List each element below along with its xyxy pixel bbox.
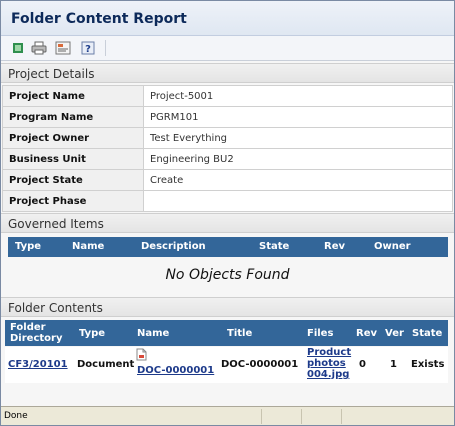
- project-details-table: Project Name Project-5001 Program Name P…: [2, 85, 453, 212]
- column-header-type[interactable]: Type: [79, 328, 105, 339]
- status-bar: Done: [1, 406, 454, 425]
- document-file-icon: [136, 348, 147, 364]
- file-link-line3: 004.jpg: [307, 369, 350, 380]
- help-icon[interactable]: ?: [80, 40, 96, 56]
- detail-row: Business Unit Engineering BU2: [2, 148, 453, 170]
- status-text: Done: [4, 411, 28, 421]
- column-header-state[interactable]: State: [412, 328, 442, 339]
- row-ver: 1: [390, 359, 397, 370]
- file-link-line1: Product: [307, 347, 352, 358]
- column-header-files[interactable]: Files: [307, 328, 333, 339]
- detail-value: PGRM101: [143, 106, 453, 128]
- detail-row: Program Name PGRM101: [2, 106, 453, 128]
- folder-contents-heading: Folder Contents: [1, 297, 454, 317]
- print-icon[interactable]: [31, 40, 47, 56]
- detail-value: Test Everything: [143, 127, 453, 149]
- toolbar-separator: [105, 40, 106, 56]
- status-cell: [301, 409, 342, 424]
- detail-row: Project Owner Test Everything: [2, 127, 453, 149]
- detail-row: Project State Create: [2, 169, 453, 191]
- column-header-owner[interactable]: Owner: [374, 241, 411, 252]
- column-header-rev[interactable]: Rev: [356, 328, 377, 339]
- folder-contents-header-row: Folder Directory Type Name Title Files R…: [5, 320, 448, 346]
- export-icon[interactable]: [10, 40, 26, 56]
- status-cell: [341, 409, 454, 424]
- column-header-name[interactable]: Name: [137, 328, 169, 339]
- column-header-title[interactable]: Title: [227, 328, 252, 339]
- toolbar: ?: [1, 36, 454, 61]
- detail-row: Project Name Project-5001: [2, 85, 453, 107]
- detail-label: Project Owner: [2, 127, 144, 149]
- detail-label: Project Phase: [2, 190, 144, 212]
- file-link[interactable]: Product photos 004.jpg: [307, 347, 351, 380]
- column-header-folder-line2[interactable]: Directory: [10, 333, 62, 344]
- detail-value: [143, 190, 453, 212]
- governed-items-heading: Governed Items: [1, 213, 454, 233]
- project-details-heading: Project Details: [1, 63, 454, 83]
- detail-label: Project Name: [2, 85, 144, 107]
- column-header-type[interactable]: Type: [15, 241, 41, 252]
- row-title: DOC-0000001: [221, 359, 299, 370]
- governed-items-header-row: Type Name Description State Rev Owner: [8, 237, 448, 257]
- folder-directory-link[interactable]: CF3/20101: [8, 359, 68, 370]
- column-header-name[interactable]: Name: [72, 241, 104, 252]
- report-icon[interactable]: [55, 40, 71, 56]
- detail-label: Project State: [2, 169, 144, 191]
- report-window: Folder Content Report ? Project Details …: [0, 0, 455, 426]
- row-state: Exists: [411, 359, 445, 370]
- svg-text:?: ?: [85, 44, 91, 55]
- detail-value: Create: [143, 169, 453, 191]
- row-type: Document: [77, 359, 135, 370]
- detail-label: Program Name: [2, 106, 144, 128]
- row-rev: 0: [359, 359, 366, 370]
- detail-label: Business Unit: [2, 148, 144, 170]
- status-cell: [261, 409, 302, 424]
- column-header-folder-line1[interactable]: Folder: [10, 322, 46, 333]
- column-header-description[interactable]: Description: [141, 241, 206, 252]
- page-title: Folder Content Report: [11, 11, 187, 27]
- table-row: CF3/20101 Document DOC-0000001 DOC-00000…: [5, 347, 448, 383]
- detail-value: Engineering BU2: [143, 148, 453, 170]
- file-link-line2: photos: [307, 358, 346, 369]
- detail-value: Project-5001: [143, 85, 453, 107]
- column-header-state[interactable]: State: [259, 241, 289, 252]
- no-objects-message: No Objects Found: [165, 267, 290, 283]
- title-bar: Folder Content Report: [1, 1, 454, 36]
- report-content: Project Details Project Name Project-500…: [1, 61, 454, 406]
- detail-row: Project Phase: [2, 190, 453, 212]
- column-header-ver[interactable]: Ver: [385, 328, 404, 339]
- document-name-link[interactable]: DOC-0000001: [137, 365, 214, 376]
- column-header-rev[interactable]: Rev: [324, 241, 345, 252]
